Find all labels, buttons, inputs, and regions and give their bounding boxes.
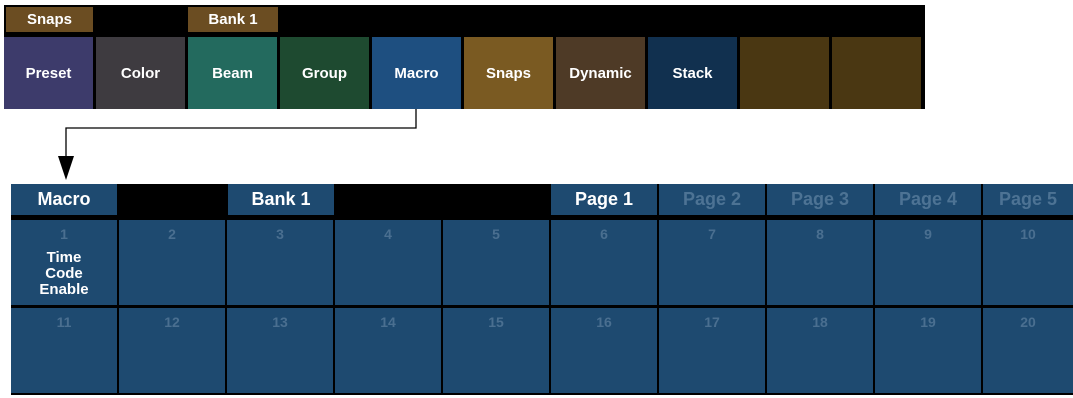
macro-cell[interactable]: 5 xyxy=(443,220,549,305)
macro-cell[interactable]: 15 xyxy=(443,308,549,393)
page-1-tab[interactable]: Page 1 xyxy=(551,184,657,215)
macro-cell-number: 13 xyxy=(272,314,288,330)
macro-cell[interactable]: 4 xyxy=(335,220,441,305)
macro-title: Macro xyxy=(11,184,117,215)
macro-cell-number: 6 xyxy=(600,226,608,242)
macro-panel: Macro Bank 1 Page 1 Page 2 Page 3 Page 4… xyxy=(11,184,1073,395)
macro-cell[interactable]: 13 xyxy=(227,308,333,393)
macro-cell-number: 7 xyxy=(708,226,716,242)
macro-cell[interactable]: 16 xyxy=(551,308,657,393)
macro-cell[interactable]: 3 xyxy=(227,220,333,305)
page-2-tab[interactable]: Page 2 xyxy=(659,184,765,215)
macro-cell[interactable]: 18 xyxy=(767,308,873,393)
macro-cell[interactable]: 10 xyxy=(983,220,1073,305)
macro-cell-number: 3 xyxy=(276,226,284,242)
macro-cell[interactable]: 7 xyxy=(659,220,765,305)
macro-cell-number: 20 xyxy=(1020,314,1036,330)
page-3-tab[interactable]: Page 3 xyxy=(767,184,873,215)
macro-cell-number: 2 xyxy=(168,226,176,242)
macro-cell[interactable]: 19 xyxy=(875,308,981,393)
macro-cell[interactable]: 6 xyxy=(551,220,657,305)
macro-cell-number: 12 xyxy=(164,314,180,330)
macro-cell[interactable]: 17 xyxy=(659,308,765,393)
macro-cell[interactable]: 12 xyxy=(119,308,225,393)
bank-indicator[interactable]: Bank 1 xyxy=(228,184,334,215)
macro-cell[interactable]: 2 xyxy=(119,220,225,305)
macro-cell-number: 15 xyxy=(488,314,504,330)
macro-cell-number: 11 xyxy=(56,314,72,330)
macro-cell-number: 17 xyxy=(704,314,720,330)
macro-cell[interactable]: 9 xyxy=(875,220,981,305)
macro-cell-number: 19 xyxy=(920,314,936,330)
macro-cell[interactable]: 14 xyxy=(335,308,441,393)
macro-cell-number: 4 xyxy=(384,226,392,242)
macro-cell[interactable]: 8 xyxy=(767,220,873,305)
macro-cell-number: 9 xyxy=(924,226,932,242)
macro-cell-label: Time Code Enable xyxy=(39,249,89,298)
macro-cell-number: 8 xyxy=(816,226,824,242)
macro-cell-number: 5 xyxy=(492,226,500,242)
macro-cell-number: 18 xyxy=(812,314,828,330)
page-4-tab[interactable]: Page 4 xyxy=(875,184,981,215)
macro-cell[interactable]: 11 xyxy=(11,308,117,393)
page-5-tab[interactable]: Page 5 xyxy=(983,184,1073,215)
macro-cell[interactable]: 20 xyxy=(983,308,1073,393)
macro-cell-number: 16 xyxy=(596,314,612,330)
macro-cell-number: 10 xyxy=(1020,226,1036,242)
macro-cell-number: 1 xyxy=(60,226,68,242)
macro-cell-number: 14 xyxy=(380,314,396,330)
macro-cell[interactable]: 1 Time Code Enable xyxy=(11,220,117,305)
